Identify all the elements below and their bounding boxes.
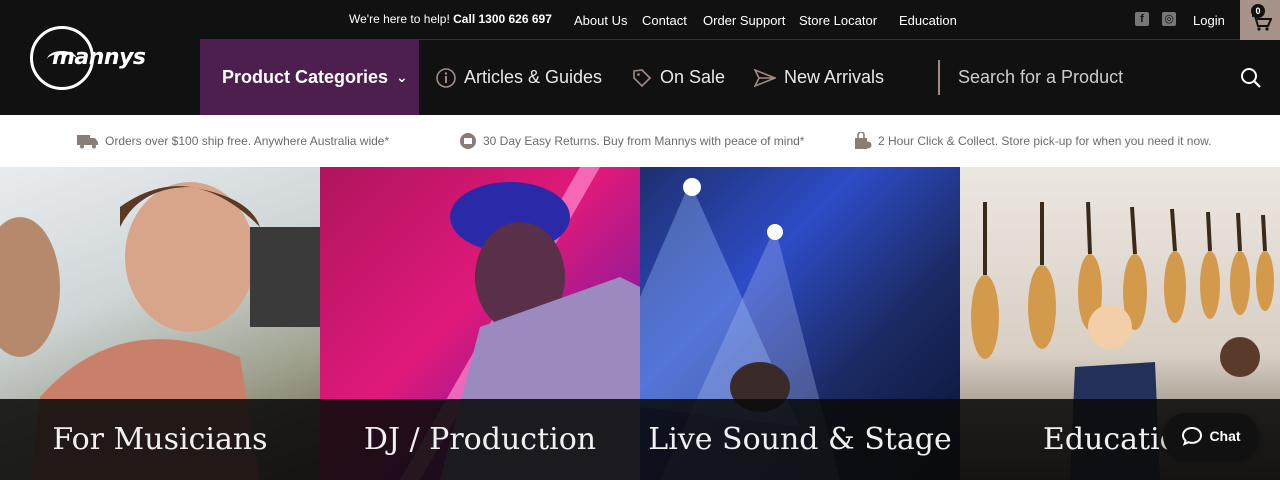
chat-bubble-icon bbox=[1182, 426, 1203, 446]
facebook-icon[interactable]: f bbox=[1135, 12, 1149, 26]
education-link[interactable]: Education bbox=[899, 13, 957, 28]
shopping-bag-icon bbox=[855, 132, 872, 149]
main-nav: Product Categories ⌄ Articles & Guides O… bbox=[200, 40, 1280, 115]
paper-plane-icon bbox=[754, 68, 776, 87]
product-categories-label: Product Categories bbox=[222, 67, 389, 87]
perk-click-collect: 2 Hour Click & Collect. Store pick-up fo… bbox=[854, 115, 1212, 167]
top-bar: We're here to help! Call 1300 626 697 Ab… bbox=[200, 0, 1280, 40]
logo[interactable]: mannys bbox=[0, 0, 200, 115]
category-tiles: For Musicians DJ / Production Live Sound… bbox=[0, 167, 1280, 480]
perk-click-collect-text: 2 Hour Click & Collect. Store pick-up fo… bbox=[878, 134, 1212, 148]
cart-icon bbox=[1252, 15, 1272, 31]
tile-label-live-sound-stage: Live Sound & Stage bbox=[640, 399, 960, 480]
on-sale-label: On Sale bbox=[660, 67, 726, 87]
help-phone-link[interactable]: Call 1300 626 697 bbox=[453, 12, 552, 26]
login-link[interactable]: Login bbox=[1193, 13, 1225, 28]
tile-live-sound-stage[interactable]: Live Sound & Stage bbox=[640, 167, 960, 480]
new-arrivals-link[interactable]: New Arrivals bbox=[754, 40, 884, 115]
perk-returns: 30 Day Easy Returns. Buy from Mannys wit… bbox=[459, 115, 804, 167]
order-support-link[interactable]: Order Support bbox=[703, 13, 785, 28]
articles-guides-link[interactable]: Articles & Guides bbox=[436, 40, 602, 115]
perk-free-shipping-text: Orders over $100 ship free. Anywhere Aus… bbox=[105, 134, 390, 148]
help-prefix: We're here to help! bbox=[349, 12, 450, 26]
site-header: mannys We're here to help! Call 1300 626… bbox=[0, 0, 1280, 115]
tile-label-for-musicians: For Musicians bbox=[0, 399, 320, 480]
truck-icon bbox=[77, 135, 98, 149]
logo-text: mannys bbox=[52, 44, 146, 70]
perk-returns-text: 30 Day Easy Returns. Buy from Mannys wit… bbox=[483, 134, 805, 148]
perk-free-shipping: Orders over $100 ship free. Anywhere Aus… bbox=[77, 115, 389, 167]
chat-label: Chat bbox=[1209, 428, 1241, 444]
returns-box-icon bbox=[460, 133, 476, 149]
tag-icon bbox=[633, 68, 652, 87]
product-categories-menu[interactable]: Product Categories ⌄ bbox=[200, 40, 419, 115]
new-arrivals-label: New Arrivals bbox=[784, 67, 885, 87]
info-icon bbox=[436, 67, 456, 88]
on-sale-link[interactable]: On Sale bbox=[632, 40, 725, 115]
search-icon[interactable] bbox=[1240, 67, 1262, 89]
contact-link[interactable]: Contact bbox=[642, 13, 687, 28]
about-us-link[interactable]: About Us bbox=[574, 13, 627, 28]
chevron-down-icon: ⌄ bbox=[396, 69, 408, 85]
tile-label-dj-production: DJ / Production bbox=[320, 399, 640, 480]
store-locator-link[interactable]: Store Locator bbox=[799, 13, 877, 28]
nav-divider bbox=[938, 60, 940, 95]
articles-guides-label: Articles & Guides bbox=[464, 67, 603, 87]
search-input[interactable] bbox=[958, 40, 1218, 115]
cart-button[interactable]: 0 bbox=[1240, 0, 1280, 40]
tile-dj-production[interactable]: DJ / Production bbox=[320, 167, 640, 480]
chat-button[interactable]: Chat bbox=[1163, 413, 1259, 459]
perks-bar: Orders over $100 ship free. Anywhere Aus… bbox=[0, 115, 1280, 167]
help-text: We're here to help! Call 1300 626 697 bbox=[349, 12, 552, 26]
instagram-icon[interactable]: ◎ bbox=[1162, 12, 1176, 26]
tile-for-musicians[interactable]: For Musicians bbox=[0, 167, 320, 480]
logo-mark: mannys bbox=[30, 23, 170, 93]
